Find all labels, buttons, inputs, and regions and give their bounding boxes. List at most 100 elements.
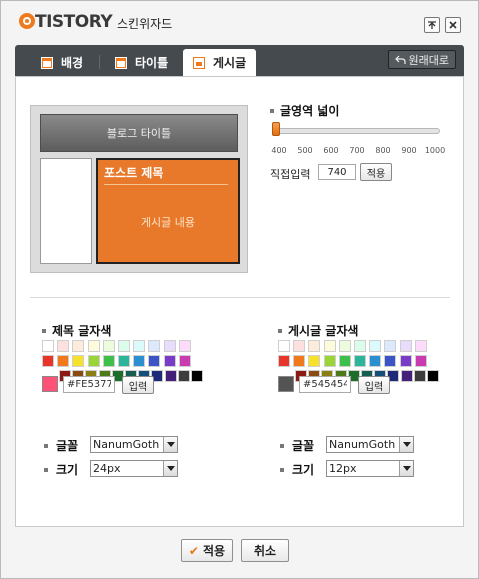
color-swatch[interactable] [87, 340, 100, 352]
color-swatch[interactable] [399, 340, 412, 352]
title-color-input-button[interactable]: 입력 [122, 376, 154, 394]
color-swatch[interactable] [102, 340, 115, 352]
bullet-icon [44, 443, 48, 448]
color-swatch[interactable] [308, 340, 321, 352]
chevron-down-icon [399, 437, 413, 452]
preview-sidebar [40, 158, 92, 264]
color-swatch[interactable] [133, 340, 146, 352]
tab-post[interactable]: 게시글 [183, 49, 257, 76]
color-swatch[interactable] [163, 355, 176, 367]
color-swatch[interactable] [57, 355, 70, 367]
bullet-icon [44, 467, 48, 472]
title-font-label: 글꼴 [44, 437, 78, 454]
color-swatch[interactable] [178, 340, 191, 352]
width-apply-button[interactable]: 적용 [360, 163, 392, 181]
color-swatch[interactable] [400, 370, 413, 382]
window-title: 스킨위자드 [117, 17, 173, 31]
title-color-label-text: 제목 글자색 [52, 324, 112, 338]
post-size-label: 크기 [280, 461, 314, 478]
color-swatch[interactable] [308, 355, 321, 367]
color-swatch[interactable] [278, 355, 290, 367]
post-font-label-text: 글꼴 [292, 439, 315, 453]
color-swatch[interactable] [177, 370, 190, 382]
slider-tick: 400 [271, 146, 287, 155]
apply-button[interactable]: ✔ 적용 [181, 539, 233, 562]
color-swatch[interactable] [42, 340, 54, 352]
title-size-value: 24px [93, 462, 121, 475]
cancel-button[interactable]: 취소 [241, 539, 289, 562]
reset-button[interactable]: 원래대로 [387, 50, 456, 69]
post-font-select[interactable]: NanumGoth [326, 436, 414, 453]
color-swatch[interactable] [413, 370, 426, 382]
post-font-label: 글꼴 [280, 437, 314, 454]
pin-icon[interactable] [424, 17, 440, 33]
color-swatch[interactable] [148, 355, 161, 367]
preview-post-body: 게시글 내용 [140, 216, 196, 229]
color-swatch[interactable] [384, 340, 397, 352]
bullet-icon [280, 443, 284, 448]
post-color-label: 게시글 글자색 [278, 322, 358, 339]
chevron-down-icon [163, 437, 177, 452]
tistory-logo-icon [19, 13, 35, 29]
color-swatch[interactable] [163, 340, 176, 352]
color-swatch[interactable] [133, 355, 146, 367]
color-swatch[interactable] [323, 340, 336, 352]
color-swatch[interactable] [278, 340, 290, 352]
color-swatch[interactable] [354, 355, 366, 367]
color-swatch[interactable] [118, 355, 130, 367]
color-swatch[interactable] [87, 355, 100, 367]
title-font-value: NanumGoth [93, 438, 160, 451]
width-slider-track[interactable] [274, 128, 440, 134]
color-swatch[interactable] [354, 340, 366, 352]
preview-post-title: 포스트 제목 [104, 164, 228, 185]
color-swatch[interactable] [102, 355, 115, 367]
title-font-select[interactable]: NanumGoth [90, 436, 178, 453]
color-swatch[interactable] [399, 355, 412, 367]
color-swatch[interactable] [427, 370, 439, 382]
color-swatch[interactable] [414, 355, 427, 367]
title-size-label: 크기 [44, 461, 78, 478]
color-swatch[interactable] [148, 340, 161, 352]
color-swatch[interactable] [293, 340, 306, 352]
chevron-down-icon [399, 461, 413, 476]
undo-icon [394, 55, 406, 64]
color-swatch[interactable] [164, 370, 177, 382]
color-swatch[interactable] [384, 355, 397, 367]
color-swatch[interactable] [338, 340, 351, 352]
color-swatch[interactable] [338, 355, 351, 367]
color-swatch[interactable] [72, 355, 85, 367]
post-color-input-button[interactable]: 입력 [358, 376, 390, 394]
post-color-hex-input[interactable] [299, 376, 351, 393]
color-swatch[interactable] [42, 355, 54, 367]
color-swatch[interactable] [369, 355, 382, 367]
color-swatch[interactable] [72, 340, 85, 352]
color-swatch[interactable] [178, 355, 191, 367]
title-font-label-text: 글꼴 [56, 439, 79, 453]
color-swatch[interactable] [118, 340, 130, 352]
width-direct-input[interactable] [318, 164, 356, 180]
tab-label: 타이틀 [135, 56, 169, 70]
post-size-value: 12px [329, 462, 357, 475]
title-color-hex-input[interactable] [63, 376, 115, 393]
color-swatch[interactable] [323, 355, 336, 367]
post-size-select[interactable]: 12px [326, 460, 414, 477]
layout-preview: 블로그 타이틀 포스트 제목 게시글 내용 [30, 105, 248, 273]
tab-label: 게시글 [213, 56, 247, 70]
slider-tick: 700 [349, 146, 365, 155]
post-size-label-text: 크기 [292, 463, 315, 477]
tab-background[interactable]: 배경 [41, 49, 83, 76]
close-icon[interactable] [445, 17, 461, 33]
slider-tick: 1000 [424, 146, 446, 155]
tab-title[interactable]: 타이틀 [115, 49, 168, 76]
section-divider [30, 297, 450, 298]
color-swatch[interactable] [191, 370, 203, 382]
color-swatch[interactable] [369, 340, 382, 352]
post-font-value: NanumGoth [329, 438, 396, 451]
title-size-select[interactable]: 24px [90, 460, 178, 477]
color-swatch[interactable] [293, 355, 306, 367]
tab-bar: 배경 타이틀 게시글 원래대로 [15, 45, 464, 76]
color-swatch[interactable] [57, 340, 70, 352]
color-swatch[interactable] [414, 340, 427, 352]
title-color-preview [42, 376, 58, 392]
width-slider-thumb[interactable] [272, 122, 280, 136]
